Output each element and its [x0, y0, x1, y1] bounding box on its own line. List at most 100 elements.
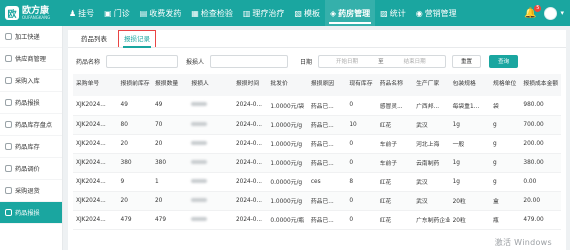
tab-1[interactable]: 报损记录 — [118, 30, 156, 48]
start-date-placeholder: 开始日期 — [336, 59, 359, 65]
column-header[interactable]: 报损时间 — [232, 74, 268, 96]
table-row[interactable]: XJK2024... 20 20 2024-0... 1.0000元/g 药品已... 0 车… — [73, 134, 561, 154]
sidebar-item-4[interactable]: 药品库存盘点 — [0, 114, 62, 136]
column-header[interactable]: 规格单位 — [490, 74, 521, 96]
table-cell: 380 — [151, 153, 189, 173]
table-row[interactable]: XJK2024... 80 70 2024-0... 1.0000元/g 药品已... 10… — [73, 115, 561, 135]
table-cell: 20.00 — [520, 191, 561, 211]
nav-item-3[interactable]: ▦ 检查检验 — [186, 0, 238, 26]
table-cell: XJK2024... — [73, 134, 118, 154]
sidebar-item-3[interactable]: 药品报损 — [0, 92, 62, 114]
filter-bar: 药品名称 报损人 日期 开始日期 至 结束日期 重置 查询 — [68, 48, 566, 74]
table-cell: 0.0000元/瓶 — [267, 210, 308, 230]
nav-item-1[interactable]: ▣ 门诊 — [99, 0, 135, 26]
table-cell: 车前子 — [376, 134, 414, 154]
table-cell: 1g — [449, 115, 491, 135]
nav-item-5[interactable]: ▧ 模板 — [289, 0, 325, 26]
column-header[interactable]: 生产厂家 — [413, 74, 450, 96]
table-cell: 药品已... — [307, 134, 347, 154]
table-row[interactable]: XJK2024... 49 49 2024-0... 1.0000元/袋 药品已... 0 感… — [73, 96, 561, 116]
chevron-down-icon[interactable]: ▾ — [560, 9, 564, 17]
table-cell: 980.00 — [520, 96, 561, 116]
menu-item-icon — [5, 121, 12, 128]
table-cell: 药品已... — [307, 191, 347, 211]
table-cell: 2024-0... — [232, 115, 268, 135]
nav-item-4[interactable]: ▥ 理疗治疗 — [238, 0, 290, 26]
column-header[interactable]: 报损数量 — [151, 74, 189, 96]
nav-item-0[interactable]: ♟ 挂号 — [64, 0, 99, 26]
table-row[interactable]: XJK2024... 20 20 2024-0... 1.0000元/g 药品已... 0 红… — [73, 191, 561, 211]
table-cell: 袋 — [490, 96, 521, 116]
sidebar-item-6[interactable]: 药品调价 — [0, 158, 62, 180]
table-cell: 1.0000元/g — [267, 134, 308, 154]
reporter-label: 报损人 — [186, 58, 205, 66]
table-cell: g — [490, 172, 521, 192]
marketing-icon: ◉ — [415, 8, 423, 18]
app-logo[interactable]: 欧 欧方康 OUFANGKANG — [0, 6, 64, 20]
query-button[interactable]: 查询 — [489, 54, 519, 68]
table-cell: 20 — [117, 191, 152, 211]
top-navigation-bar: 欧 欧方康 OUFANGKANG ♟ 挂号 ▣ 门诊 ▤ 收费发药 ▦ 检查检验 ▥ 理疗治疗 ▧ 模… — [0, 0, 570, 26]
redacted-reporter-name — [191, 178, 208, 183]
date-range-input[interactable]: 开始日期 至 结束日期 — [318, 54, 447, 68]
table-cell: 2024-0... — [232, 210, 268, 230]
menu-item-icon — [5, 187, 12, 194]
column-header[interactable]: 报损成本金额 — [520, 74, 561, 96]
drug-name-input[interactable] — [106, 54, 179, 68]
table-cell: XJK2024... — [73, 172, 118, 192]
nav-item-8[interactable]: ◉ 营销管理 — [411, 0, 462, 26]
column-header[interactable]: 报损原因 — [307, 74, 347, 96]
column-header[interactable]: 批发价 — [267, 74, 308, 96]
sidebar-item-label: 药品库存盘点 — [15, 122, 53, 129]
column-header[interactable]: 现有库存 — [346, 74, 377, 96]
table-row[interactable]: XJK2024... 479 479 2024-0... 0.0000元/瓶 药品已...… — [73, 210, 561, 230]
main-panel: 药品列表 报损记录 药品名称 报损人 日期 开始日期 至 结束日期 重置 查询 采… — [68, 30, 566, 250]
table-cell — [188, 153, 233, 173]
sidebar: 加工快递 供应商管理 采购入库 药品报损 药品库存盘点 药品库存 药品调价 采购退货 药品报损 — [0, 26, 63, 250]
sidebar-item-1[interactable]: 供应商管理 — [0, 48, 62, 70]
notification-badge: 5 — [534, 4, 542, 12]
sidebar-item-8[interactable]: 药品报损 — [0, 202, 62, 224]
table-row[interactable]: XJK2024... 9 1 2024-0... 0.0000元/g ces 8 红花 武汉 1g… — [73, 172, 561, 192]
table-cell — [188, 210, 233, 230]
redacted-reporter-name — [191, 102, 208, 107]
avatar[interactable] — [544, 6, 558, 20]
column-header[interactable]: 报损人 — [188, 74, 233, 96]
reporter-input[interactable] — [210, 54, 289, 68]
table-cell: 479.00 — [520, 210, 561, 230]
table-cell: 1g — [449, 172, 491, 192]
therapy-icon: ▥ — [242, 8, 251, 18]
table-cell: 2024-0... — [232, 191, 268, 211]
reset-button[interactable]: 重置 — [452, 54, 482, 68]
column-header[interactable]: 报损前库存 — [117, 74, 152, 96]
table-cell: 0.0000元/g — [267, 172, 308, 192]
nav-item-2[interactable]: ▤ 收费发药 — [135, 0, 187, 26]
sidebar-item-7[interactable]: 采购退货 — [0, 180, 62, 202]
table-cell: XJK2024... — [73, 96, 118, 116]
nav-item-6[interactable]: ◈ 药房管理 — [324, 0, 376, 26]
sidebar-item-label: 药品报损 — [15, 210, 40, 217]
table-cell: g — [490, 153, 521, 173]
nav-item-7[interactable]: ▨ 统计 — [375, 0, 411, 26]
column-header[interactable]: 采购单号 — [73, 74, 118, 96]
table-cell: g — [490, 115, 521, 135]
table-cell: 1.0000元/g — [267, 191, 308, 211]
column-header[interactable]: 包装规格 — [449, 74, 491, 96]
table-cell: 0 — [346, 134, 377, 154]
menu-item-icon — [5, 143, 12, 150]
sidebar-item-2[interactable]: 采购入库 — [0, 70, 62, 92]
redacted-reporter-name — [191, 197, 208, 202]
table-cell: 瓶 — [490, 210, 521, 230]
table-cell: 20 — [151, 191, 189, 211]
table-cell: 0 — [346, 191, 377, 211]
table-row[interactable]: XJK2024... 380 380 2024-0... 1.0000元/g 药品已...… — [73, 153, 561, 173]
column-header[interactable]: 药品名称 — [376, 74, 414, 96]
menu-item-icon — [5, 77, 12, 84]
sidebar-item-0[interactable]: 加工快递 — [0, 26, 62, 48]
tab-0[interactable]: 药品列表 — [76, 33, 112, 47]
menu-item-icon — [5, 165, 12, 172]
table-cell: 盒 — [490, 191, 521, 211]
sidebar-item-5[interactable]: 药品库存 — [0, 136, 62, 158]
bell-icon[interactable]: 🔔 5 — [524, 4, 542, 19]
table-cell: 武汉 — [413, 115, 450, 135]
